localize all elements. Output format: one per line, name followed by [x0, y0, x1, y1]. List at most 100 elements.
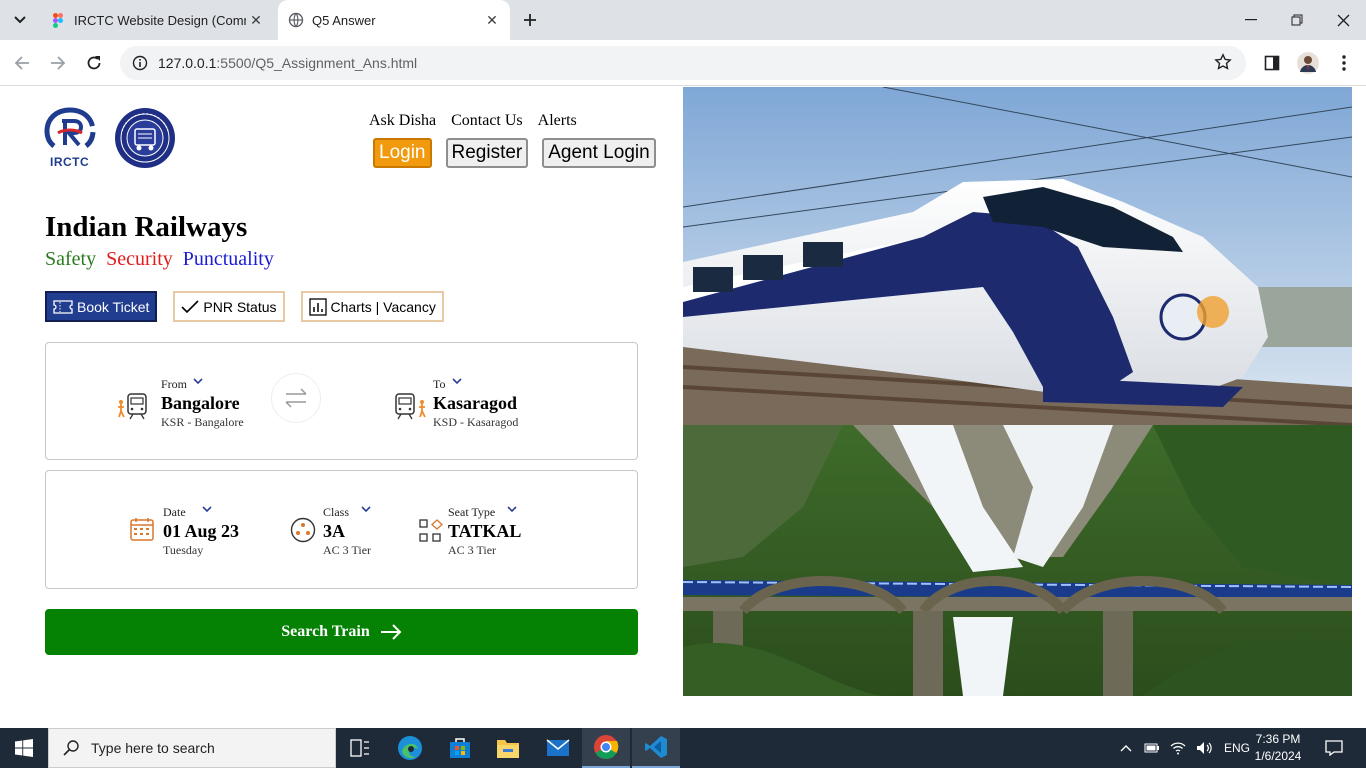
url-text: 127.0.0.1:5500/Q5_Assignment_Ans.html	[158, 55, 417, 71]
seat-type-field[interactable]: Seat Type TATKAL AC 3 Tier	[448, 505, 521, 558]
tab-title: IRCTC Website Design (Commu	[74, 12, 246, 28]
info-icon[interactable]	[130, 53, 150, 73]
notification-icon	[1325, 740, 1343, 756]
forward-button[interactable]	[44, 49, 72, 77]
task-view-button[interactable]	[336, 728, 384, 768]
tab-q5-answer[interactable]: Q5 Answer ✕	[278, 0, 510, 40]
contact-us-link[interactable]: Contact Us	[451, 112, 523, 130]
address-bar[interactable]: 127.0.0.1:5500/Q5_Assignment_Ans.html	[120, 46, 1246, 80]
top-links: Ask Disha Contact Us Alerts	[369, 112, 577, 130]
book-ticket-label: Book Ticket	[77, 298, 150, 315]
avatar-icon	[1297, 52, 1319, 74]
date-label: Date	[163, 505, 186, 519]
date-field[interactable]: Date 01 Aug 23 Tuesday	[163, 505, 239, 558]
store-icon	[450, 738, 470, 758]
arrow-right-icon	[51, 56, 66, 70]
options-card: Date 01 Aug 23 Tuesday Class 3A AC 3 Tie…	[45, 470, 638, 589]
chevron-down-icon[interactable]	[507, 505, 517, 512]
tagline-security: Security	[106, 248, 173, 270]
from-field[interactable]: From Bangalore KSR - Bangalore	[161, 377, 244, 430]
tagline-safety: Safety	[45, 248, 97, 270]
from-label: From	[161, 377, 188, 391]
volume-icon[interactable]	[1196, 741, 1212, 755]
chevron-down-icon[interactable]	[193, 377, 203, 384]
date-value: 01 Aug 23	[163, 521, 240, 541]
seat-type-label: Seat Type	[448, 505, 496, 519]
system-tray: ENG	[1120, 728, 1250, 768]
kebab-menu-icon	[1342, 55, 1346, 71]
chrome-app[interactable]	[582, 728, 630, 768]
date-day: Tuesday	[163, 543, 204, 557]
auth-buttons: Login Register Agent Login	[373, 138, 656, 168]
indian-railways-logo[interactable]	[114, 107, 176, 169]
store-app[interactable]	[436, 728, 484, 768]
register-button[interactable]: Register	[445, 138, 529, 168]
plus-icon	[524, 14, 536, 26]
close-tab-icon[interactable]: ✕	[246, 10, 266, 30]
alerts-link[interactable]: Alerts	[538, 112, 577, 130]
agent-login-button[interactable]: Agent Login	[542, 138, 656, 168]
hero-image	[683, 87, 1352, 696]
notifications-button[interactable]	[1310, 728, 1358, 768]
restore-button[interactable]	[1274, 0, 1320, 40]
url-host: 127.0.0.1	[158, 55, 217, 71]
chevron-up-icon[interactable]	[1120, 744, 1132, 752]
minimize-button[interactable]	[1228, 0, 1274, 40]
tab-title: Q5 Answer	[312, 12, 376, 28]
figma-icon	[53, 13, 63, 28]
edge-icon	[398, 736, 422, 760]
language-indicator[interactable]: ENG	[1224, 741, 1250, 755]
class-seat-icon	[290, 517, 316, 543]
taskbar-search-box[interactable]: Type here to search	[48, 728, 336, 768]
chevron-down-icon[interactable]	[451, 377, 462, 384]
system-clock[interactable]: 7:36 PM 1/6/2024	[1248, 731, 1308, 765]
waterfall-bridge-photo	[683, 425, 1352, 696]
seat-type-value: TATKAL	[448, 521, 522, 541]
tab-irctc-design[interactable]: IRCTC Website Design (Commu ✕	[40, 0, 274, 40]
side-panel-button[interactable]	[1258, 49, 1286, 77]
arrow-left-icon	[14, 56, 29, 70]
reload-button[interactable]	[80, 49, 108, 77]
ticket-icon	[53, 299, 73, 314]
from-station: Bangalore	[161, 393, 240, 413]
edge-app[interactable]	[386, 728, 434, 768]
back-button[interactable]	[8, 49, 36, 77]
tab-strip: IRCTC Website Design (Commu ✕ Q5 Answer …	[0, 0, 1366, 40]
start-button[interactable]	[0, 728, 48, 768]
vscode-app[interactable]	[632, 728, 680, 768]
login-button[interactable]: Login	[373, 138, 432, 168]
mail-icon	[546, 739, 570, 756]
charts-vacancy-label: Charts | Vacancy	[330, 298, 436, 315]
menu-button[interactable]	[1330, 49, 1358, 77]
pnr-status-label: PNR Status	[203, 298, 277, 315]
wifi-icon[interactable]	[1170, 741, 1186, 755]
charts-vacancy-button[interactable]: Charts | Vacancy	[300, 291, 444, 322]
mail-app[interactable]	[534, 728, 582, 768]
close-tab-icon[interactable]: ✕	[482, 10, 502, 30]
calendar-icon	[130, 518, 154, 541]
tagline: Safety Security Punctuality	[45, 248, 274, 271]
search-train-label: Search Train	[281, 623, 370, 640]
bookmark-star-icon[interactable]	[1214, 53, 1232, 76]
new-tab-button[interactable]	[518, 8, 542, 32]
minimize-icon	[1245, 19, 1257, 21]
file-explorer-app[interactable]	[484, 728, 532, 768]
class-field[interactable]: Class 3A AC 3 Tier	[323, 505, 371, 558]
battery-icon[interactable]	[1144, 742, 1160, 754]
chrome-icon	[594, 735, 619, 759]
tab-search-button[interactable]	[8, 8, 32, 32]
pnr-status-button[interactable]: PNR Status	[173, 291, 285, 322]
chevron-down-icon[interactable]	[202, 505, 212, 512]
close-window-button[interactable]	[1320, 0, 1366, 40]
swap-stations-button[interactable]	[271, 373, 321, 423]
book-ticket-button[interactable]: Book Ticket	[45, 291, 158, 322]
swap-arrows-icon	[285, 388, 307, 408]
chart-icon	[308, 297, 327, 316]
profile-avatar[interactable]	[1294, 49, 1322, 77]
search-train-button[interactable]: Search Train	[45, 609, 638, 655]
tagline-punctuality: Punctuality	[182, 248, 274, 270]
to-field[interactable]: To Kasaragod KSD - Kasaragod	[433, 377, 518, 430]
ask-disha-link[interactable]: Ask Disha	[369, 112, 436, 130]
clock-time: 7:36 PM	[1255, 732, 1301, 746]
chevron-down-icon[interactable]	[361, 505, 371, 512]
